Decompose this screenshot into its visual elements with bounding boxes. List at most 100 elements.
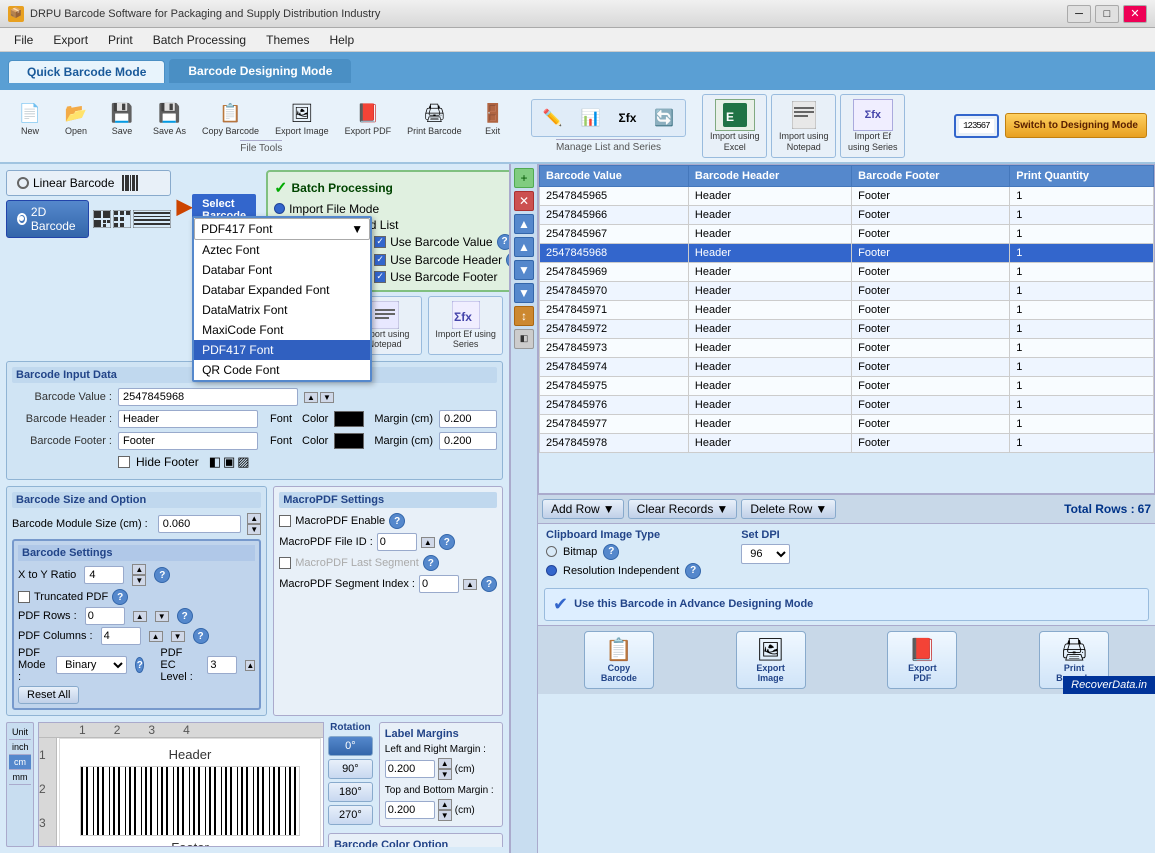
table-row[interactable]: 2547845975 Header Footer 1 xyxy=(540,376,1154,395)
header-color-swatch[interactable] xyxy=(334,411,364,427)
unit-btn-unit[interactable]: Unit xyxy=(9,725,31,740)
manage-tool-3[interactable]: Σfx xyxy=(612,107,644,129)
checkbox-macro-enable[interactable] xyxy=(279,515,291,527)
btn-import-notepad[interactable]: Import using Notepad xyxy=(771,94,836,158)
table-row[interactable]: 2547845978 Header Footer 1 xyxy=(540,433,1154,452)
macro-file-id-input[interactable] xyxy=(377,533,417,551)
footer-margin-input[interactable] xyxy=(439,432,497,450)
tb-spin-up[interactable]: ▲ xyxy=(438,799,452,810)
btn-exit[interactable]: 🚪 Exit xyxy=(471,97,515,140)
btn-move-up-arrow-2[interactable]: ▲ xyxy=(514,237,534,257)
lr-spin-up[interactable]: ▲ xyxy=(438,758,452,769)
tab-quick-barcode[interactable]: Quick Barcode Mode xyxy=(8,60,165,83)
btn-import-series[interactable]: Σfx Import Ef using Series xyxy=(840,94,905,158)
btn-reset-all[interactable]: Reset All xyxy=(18,686,79,704)
value-spin-down[interactable]: ▼ xyxy=(320,392,334,403)
xy-ratio-input[interactable] xyxy=(84,566,124,584)
module-spin-down[interactable]: ▼ xyxy=(247,524,261,535)
btn-action-copy-barcode[interactable]: 📋 CopyBarcode xyxy=(584,631,654,689)
btn-orange-action[interactable]: ↕ xyxy=(514,306,534,326)
close-button[interactable]: ✕ xyxy=(1123,5,1147,23)
font-option-pdf417[interactable]: PDF417 Font xyxy=(194,340,370,360)
btn-open[interactable]: 📂 Open xyxy=(54,97,98,140)
btn-2d-barcode[interactable]: 2D Barcode xyxy=(6,200,89,238)
pdf-ec-input[interactable] xyxy=(207,656,237,674)
btn-save-as[interactable]: 💾 Save As xyxy=(146,97,193,140)
maximize-button[interactable]: □ xyxy=(1095,5,1119,23)
tab-barcode-designing[interactable]: Barcode Designing Mode xyxy=(169,59,351,83)
font-dropdown-header[interactable]: PDF417 Font ▼ xyxy=(194,218,370,240)
btn-move-up-arrow[interactable]: ▲ xyxy=(514,214,534,234)
menu-export[interactable]: Export xyxy=(43,31,98,49)
header-margin-input[interactable] xyxy=(439,410,497,428)
table-row[interactable]: 2547845973 Header Footer 1 xyxy=(540,338,1154,357)
btn-add-row-arrow[interactable]: + xyxy=(514,168,534,188)
font-option-aztec[interactable]: Aztec Font xyxy=(194,240,370,260)
checkbox-truncated-pdf[interactable] xyxy=(18,591,30,603)
menu-help[interactable]: Help xyxy=(319,31,364,49)
pdf-cols-input[interactable] xyxy=(101,627,141,645)
btn-delete-row-arrow[interactable]: ✕ xyxy=(514,191,534,211)
btn-switch-designing[interactable]: Switch to Designing Mode xyxy=(1005,113,1147,138)
btn-delete-row[interactable]: Delete Row ▼ xyxy=(741,499,836,519)
btn-batch-import-series[interactable]: Σfx Import Ef using Series xyxy=(428,296,503,356)
macro-segment-spin[interactable]: ▲ xyxy=(463,579,477,590)
rot-btn-90[interactable]: 90° xyxy=(328,759,373,779)
table-scroll[interactable]: Barcode Value Barcode Header Barcode Foo… xyxy=(538,164,1155,494)
help-macro-file-id[interactable]: ? xyxy=(439,534,455,550)
checkbox-use-barcode-value[interactable]: ✓ xyxy=(374,236,386,248)
pdf-rows-spin-up[interactable]: ▲ xyxy=(133,611,147,622)
table-row[interactable]: 2547845965 Header Footer 1 xyxy=(540,186,1154,205)
dpi-select[interactable]: 7296150300 xyxy=(741,544,790,564)
radio-resolution-independent[interactable] xyxy=(546,565,557,576)
minimize-button[interactable]: ─ xyxy=(1067,5,1091,23)
help-macro-segment[interactable]: ? xyxy=(481,576,497,592)
font-dropdown[interactable]: PDF417 Font ▼ Aztec Font Databar Font Da… xyxy=(192,216,372,382)
table-row[interactable]: 2547845968 Header Footer 1 xyxy=(540,243,1154,262)
rot-btn-0[interactable]: 0° xyxy=(328,736,373,756)
help-pdf-rows[interactable]: ? xyxy=(177,608,193,624)
rot-btn-270[interactable]: 270° xyxy=(328,805,373,825)
macro-segment-index-input[interactable] xyxy=(419,575,459,593)
font-option-databar-expanded[interactable]: Databar Expanded Font xyxy=(194,280,370,300)
help-pdf-cols[interactable]: ? xyxy=(193,628,209,644)
btn-small-icon-1[interactable]: ◧ xyxy=(514,329,534,349)
btn-save[interactable]: 💾 Save xyxy=(100,97,144,140)
btn-export-pdf[interactable]: 📕 Export PDF xyxy=(338,97,399,140)
rot-btn-180[interactable]: 180° xyxy=(328,782,373,802)
lr-spin-down[interactable]: ▼ xyxy=(438,769,452,780)
align-center-icon[interactable]: ▣ xyxy=(223,454,235,470)
help-macro-last-segment[interactable]: ? xyxy=(423,555,439,571)
module-size-input[interactable] xyxy=(158,515,242,533)
table-row[interactable]: 2547845970 Header Footer 1 xyxy=(540,281,1154,300)
help-pdf-mode[interactable]: ? xyxy=(135,657,144,673)
xy-spin-up[interactable]: ▲ xyxy=(132,564,146,575)
help-resolution[interactable]: ? xyxy=(685,563,701,579)
unit-btn-inch[interactable]: inch xyxy=(9,740,31,755)
footer-color-swatch[interactable] xyxy=(334,433,364,449)
table-row[interactable]: 2547845969 Header Footer 1 xyxy=(540,262,1154,281)
radio-bitmap[interactable] xyxy=(546,546,557,557)
btn-move-down-arrow-2[interactable]: ▼ xyxy=(514,283,534,303)
help-macro-enable[interactable]: ? xyxy=(389,513,405,529)
tb-spin-down[interactable]: ▼ xyxy=(438,810,452,821)
radio-import-file[interactable] xyxy=(274,203,285,214)
menu-file[interactable]: File xyxy=(4,31,43,49)
manage-tool-1[interactable]: ✏️ xyxy=(536,104,570,132)
menu-batch-processing[interactable]: Batch Processing xyxy=(143,31,256,49)
btn-import-excel[interactable]: E Import using Excel xyxy=(702,94,767,158)
table-row[interactable]: 2547845976 Header Footer 1 xyxy=(540,395,1154,414)
align-left-icon[interactable]: ◧ xyxy=(209,454,221,470)
checkbox-hide-footer[interactable] xyxy=(118,456,130,468)
btn-move-down-arrow[interactable]: ▼ xyxy=(514,260,534,280)
macro-file-id-spin[interactable]: ▲ xyxy=(421,537,435,548)
font-option-maxicode[interactable]: MaxiCode Font xyxy=(194,320,370,340)
pdf-cols-spin-up[interactable]: ▲ xyxy=(149,631,163,642)
align-right-icon[interactable]: ▨ xyxy=(237,454,249,470)
btn-new[interactable]: 📄 New xyxy=(8,97,52,140)
pdf-ec-spin[interactable]: ▲ xyxy=(245,660,255,671)
barcode-value-input[interactable] xyxy=(118,388,298,406)
checkbox-use-barcode-header[interactable]: ✓ xyxy=(374,254,386,266)
btn-action-export-image[interactable]: 🖼 ExportImage xyxy=(736,631,806,689)
table-row[interactable]: 2547845972 Header Footer 1 xyxy=(540,319,1154,338)
